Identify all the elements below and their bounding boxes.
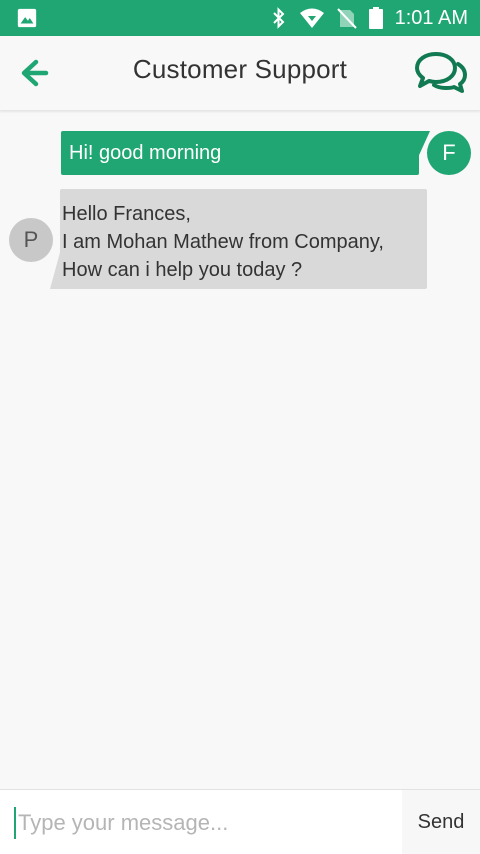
message-composer: Send	[0, 789, 480, 854]
page-title: Customer Support	[132, 54, 348, 84]
message-input[interactable]	[0, 790, 402, 854]
message-line: Hello Frances,	[62, 203, 191, 225]
text-cursor	[14, 807, 16, 839]
no-sim-icon	[336, 8, 357, 29]
status-icons: 1:01 AM	[271, 0, 468, 36]
message-line: I am Mohan Mathew from Company,	[62, 231, 384, 253]
avatar: F	[427, 131, 471, 175]
bluetooth-icon	[272, 7, 285, 29]
avatar: P	[9, 218, 53, 262]
status-bar: 1:01 AM	[0, 0, 480, 36]
chat-bubbles-icon[interactable]	[414, 50, 468, 94]
battery-icon	[368, 7, 383, 29]
app-bar: Customer Support	[0, 36, 480, 111]
image-icon	[17, 8, 37, 28]
status-time: 1:01 AM	[394, 6, 468, 29]
wifi-icon	[299, 8, 324, 28]
sent-message-bubble: Hi! good morning	[61, 131, 419, 175]
received-message-bubble: Hello Frances, I am Mohan Mathew from Co…	[60, 189, 427, 289]
send-button[interactable]: Send	[402, 790, 480, 854]
message-line: How can i help you today ?	[62, 259, 303, 281]
chat-screen: 1:01 AM Customer Support Hi! good mornin…	[0, 0, 480, 854]
